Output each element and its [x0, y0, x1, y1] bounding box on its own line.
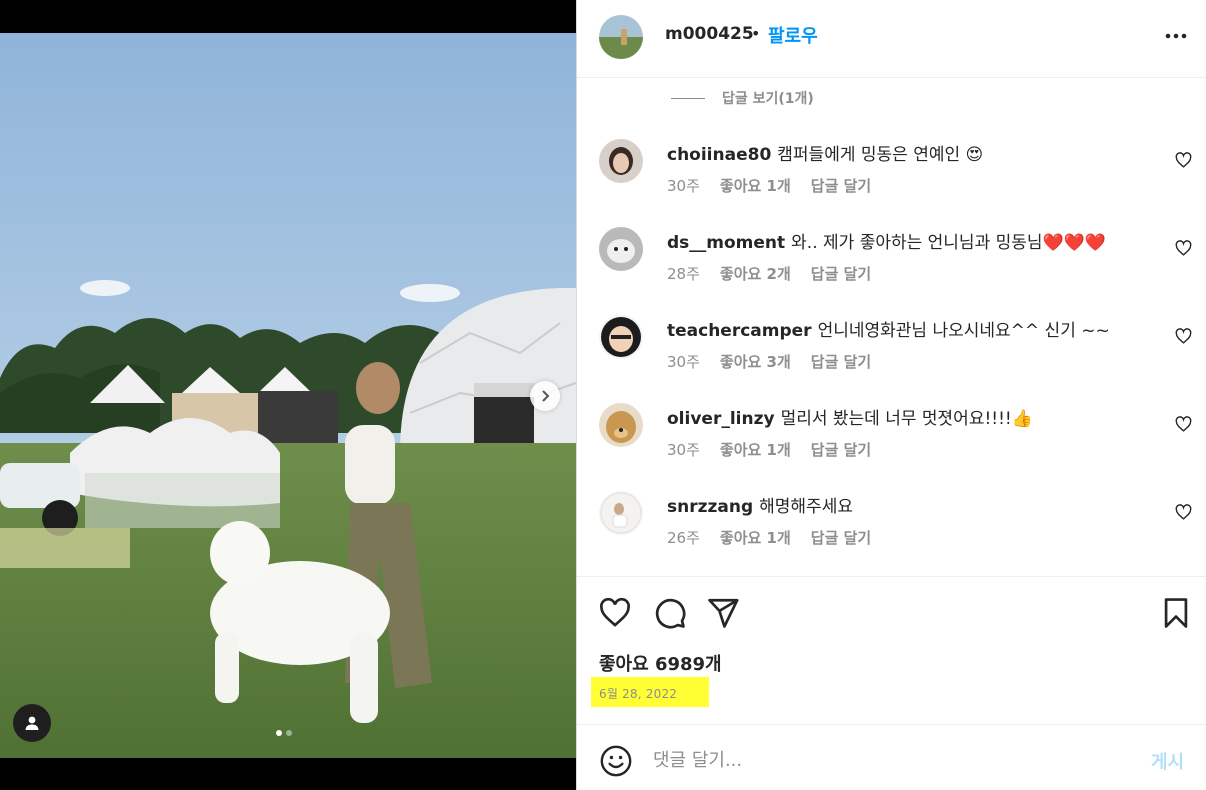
comment-likes[interactable]: 좋아요 3개: [720, 351, 791, 372]
heart-icon[interactable]: [1175, 504, 1192, 521]
send-icon: [708, 598, 739, 628]
more-horizontal-icon: [1165, 33, 1187, 39]
comment-item: choiinae80 캠퍼들에게 밍동은 연예인 😍 30주 좋아요 1개 답글 …: [577, 139, 1206, 209]
heart-icon[interactable]: [1175, 328, 1192, 345]
carousel-dot: [286, 730, 292, 736]
comment-time[interactable]: 26주: [667, 527, 700, 548]
comment-meta: 30주 좋아요 3개 답글 달기: [667, 351, 871, 372]
comment-item: ds__moment 와.. 제가 좋아하는 언니님과 밍동님❤️❤️❤️ 28주…: [577, 227, 1206, 297]
comment-body: 와.. 제가 좋아하는 언니님과 밍동님❤️❤️❤️: [791, 233, 1107, 253]
comment-likes[interactable]: 좋아요 1개: [720, 439, 791, 460]
post-actions: 좋아요 6989개 6월 28, 2022: [577, 576, 1206, 724]
comment-body: 해명해주세요: [759, 497, 853, 517]
comment-meta: 30주 좋아요 1개 답글 달기: [667, 175, 871, 196]
media-pane: [0, 0, 576, 790]
user-icon: [25, 716, 39, 730]
heart-icon[interactable]: [1175, 152, 1192, 169]
tagged-users-button[interactable]: [13, 704, 51, 742]
comment-time[interactable]: 28주: [667, 263, 700, 284]
share-button[interactable]: [706, 596, 740, 630]
comment-text: choiinae80 캠퍼들에게 밍동은 연예인 😍: [667, 140, 983, 165]
commenter-username[interactable]: oliver_linzy: [667, 409, 775, 429]
view-replies-link[interactable]: 답글 보기(1개): [671, 88, 814, 108]
comment-body: 언니네영화관님 나오시네요^^ 신기 ~~: [817, 321, 1110, 341]
post-date[interactable]: 6월 28, 2022: [591, 677, 709, 707]
more-options-button[interactable]: [1161, 24, 1191, 48]
reply-button[interactable]: 답글 달기: [811, 351, 871, 372]
post-header: m000425 • 팔로우: [577, 0, 1206, 78]
comment-time[interactable]: 30주: [667, 351, 700, 372]
emoji-icon: [600, 745, 632, 777]
comment-composer: 게시: [577, 724, 1206, 790]
heart-icon[interactable]: [1175, 416, 1192, 433]
comment-likes[interactable]: 좋아요 1개: [720, 175, 791, 196]
comment-meta: 30주 좋아요 1개 답글 달기: [667, 439, 871, 460]
comment-likes[interactable]: 좋아요 1개: [720, 527, 791, 548]
comment-item: snrzzang 해명해주세요 26주 좋아요 1개 답글 달기: [577, 491, 1206, 561]
comment-meta: 26주 좋아요 1개 답글 달기: [667, 527, 871, 548]
comment-text: oliver_linzy 멀리서 봤는데 너무 멋졋어요!!!!👍: [667, 404, 1033, 429]
comment-time[interactable]: 30주: [667, 175, 700, 196]
carousel-indicator: [276, 730, 292, 736]
commenter-avatar[interactable]: [599, 139, 643, 183]
instagram-post-view: m000425 • 팔로우 답글 보기(1개) choiinae80 캠퍼들에게 …: [0, 0, 1206, 790]
post-details-panel: m000425 • 팔로우 답글 보기(1개) choiinae80 캠퍼들에게 …: [576, 0, 1206, 790]
post-photo[interactable]: [0, 33, 576, 758]
carousel-dot-active: [276, 730, 282, 736]
commenter-username[interactable]: teachercamper: [667, 321, 812, 341]
comment-meta: 28주 좋아요 2개 답글 달기: [667, 263, 871, 284]
reply-button[interactable]: 답글 달기: [811, 439, 871, 460]
commenter-avatar[interactable]: [599, 491, 643, 535]
commenter-avatar[interactable]: [599, 315, 643, 359]
follow-button[interactable]: 팔로우: [768, 22, 818, 48]
commenter-avatar[interactable]: [599, 227, 643, 271]
comment-likes[interactable]: 좋아요 2개: [720, 263, 791, 284]
next-photo-button[interactable]: [530, 381, 560, 411]
comment-text: teachercamper 언니네영화관님 나오시네요^^ 신기 ~~: [667, 316, 1110, 341]
commenter-username[interactable]: snrzzang: [667, 497, 753, 517]
heart-icon[interactable]: [1175, 240, 1192, 257]
reply-button[interactable]: 답글 달기: [811, 263, 871, 284]
comment-body: 캠퍼들에게 밍동은 연예인 😍: [777, 145, 984, 165]
like-button[interactable]: [598, 596, 632, 630]
view-replies-label: 답글 보기(1개): [722, 91, 814, 107]
separator-dot: •: [751, 24, 761, 43]
author-username[interactable]: m000425: [665, 24, 754, 44]
likes-count[interactable]: 좋아요 6989개: [599, 650, 722, 676]
comment-item: oliver_linzy 멀리서 봤는데 너무 멋졋어요!!!!👍 30주 좋아요…: [577, 403, 1206, 473]
heart-icon: [600, 597, 630, 627]
post-comment-button[interactable]: 게시: [1151, 748, 1184, 774]
commenter-avatar[interactable]: [599, 403, 643, 447]
replies-divider: [671, 97, 705, 99]
comment-text: ds__moment 와.. 제가 좋아하는 언니님과 밍동님❤️❤️❤️: [667, 228, 1106, 253]
emoji-button[interactable]: [599, 744, 633, 778]
commenter-username[interactable]: ds__moment: [667, 233, 785, 253]
comment-button[interactable]: [653, 596, 687, 630]
comment-time[interactable]: 30주: [667, 439, 700, 460]
bookmark-icon: [1164, 598, 1188, 628]
comment-text: snrzzang 해명해주세요: [667, 492, 853, 517]
comment-body: 멀리서 봤는데 너무 멋졋어요!!!!👍: [780, 409, 1033, 429]
comment-icon: [655, 598, 686, 629]
save-button[interactable]: [1159, 596, 1193, 630]
author-avatar[interactable]: [599, 15, 643, 59]
chevron-right-icon: [542, 390, 550, 402]
comment-input[interactable]: [653, 743, 1123, 777]
reply-button[interactable]: 답글 달기: [811, 527, 871, 548]
reply-button[interactable]: 답글 달기: [811, 175, 871, 196]
commenter-username[interactable]: choiinae80: [667, 145, 771, 165]
comment-item: teachercamper 언니네영화관님 나오시네요^^ 신기 ~~ 30주 좋…: [577, 315, 1206, 385]
